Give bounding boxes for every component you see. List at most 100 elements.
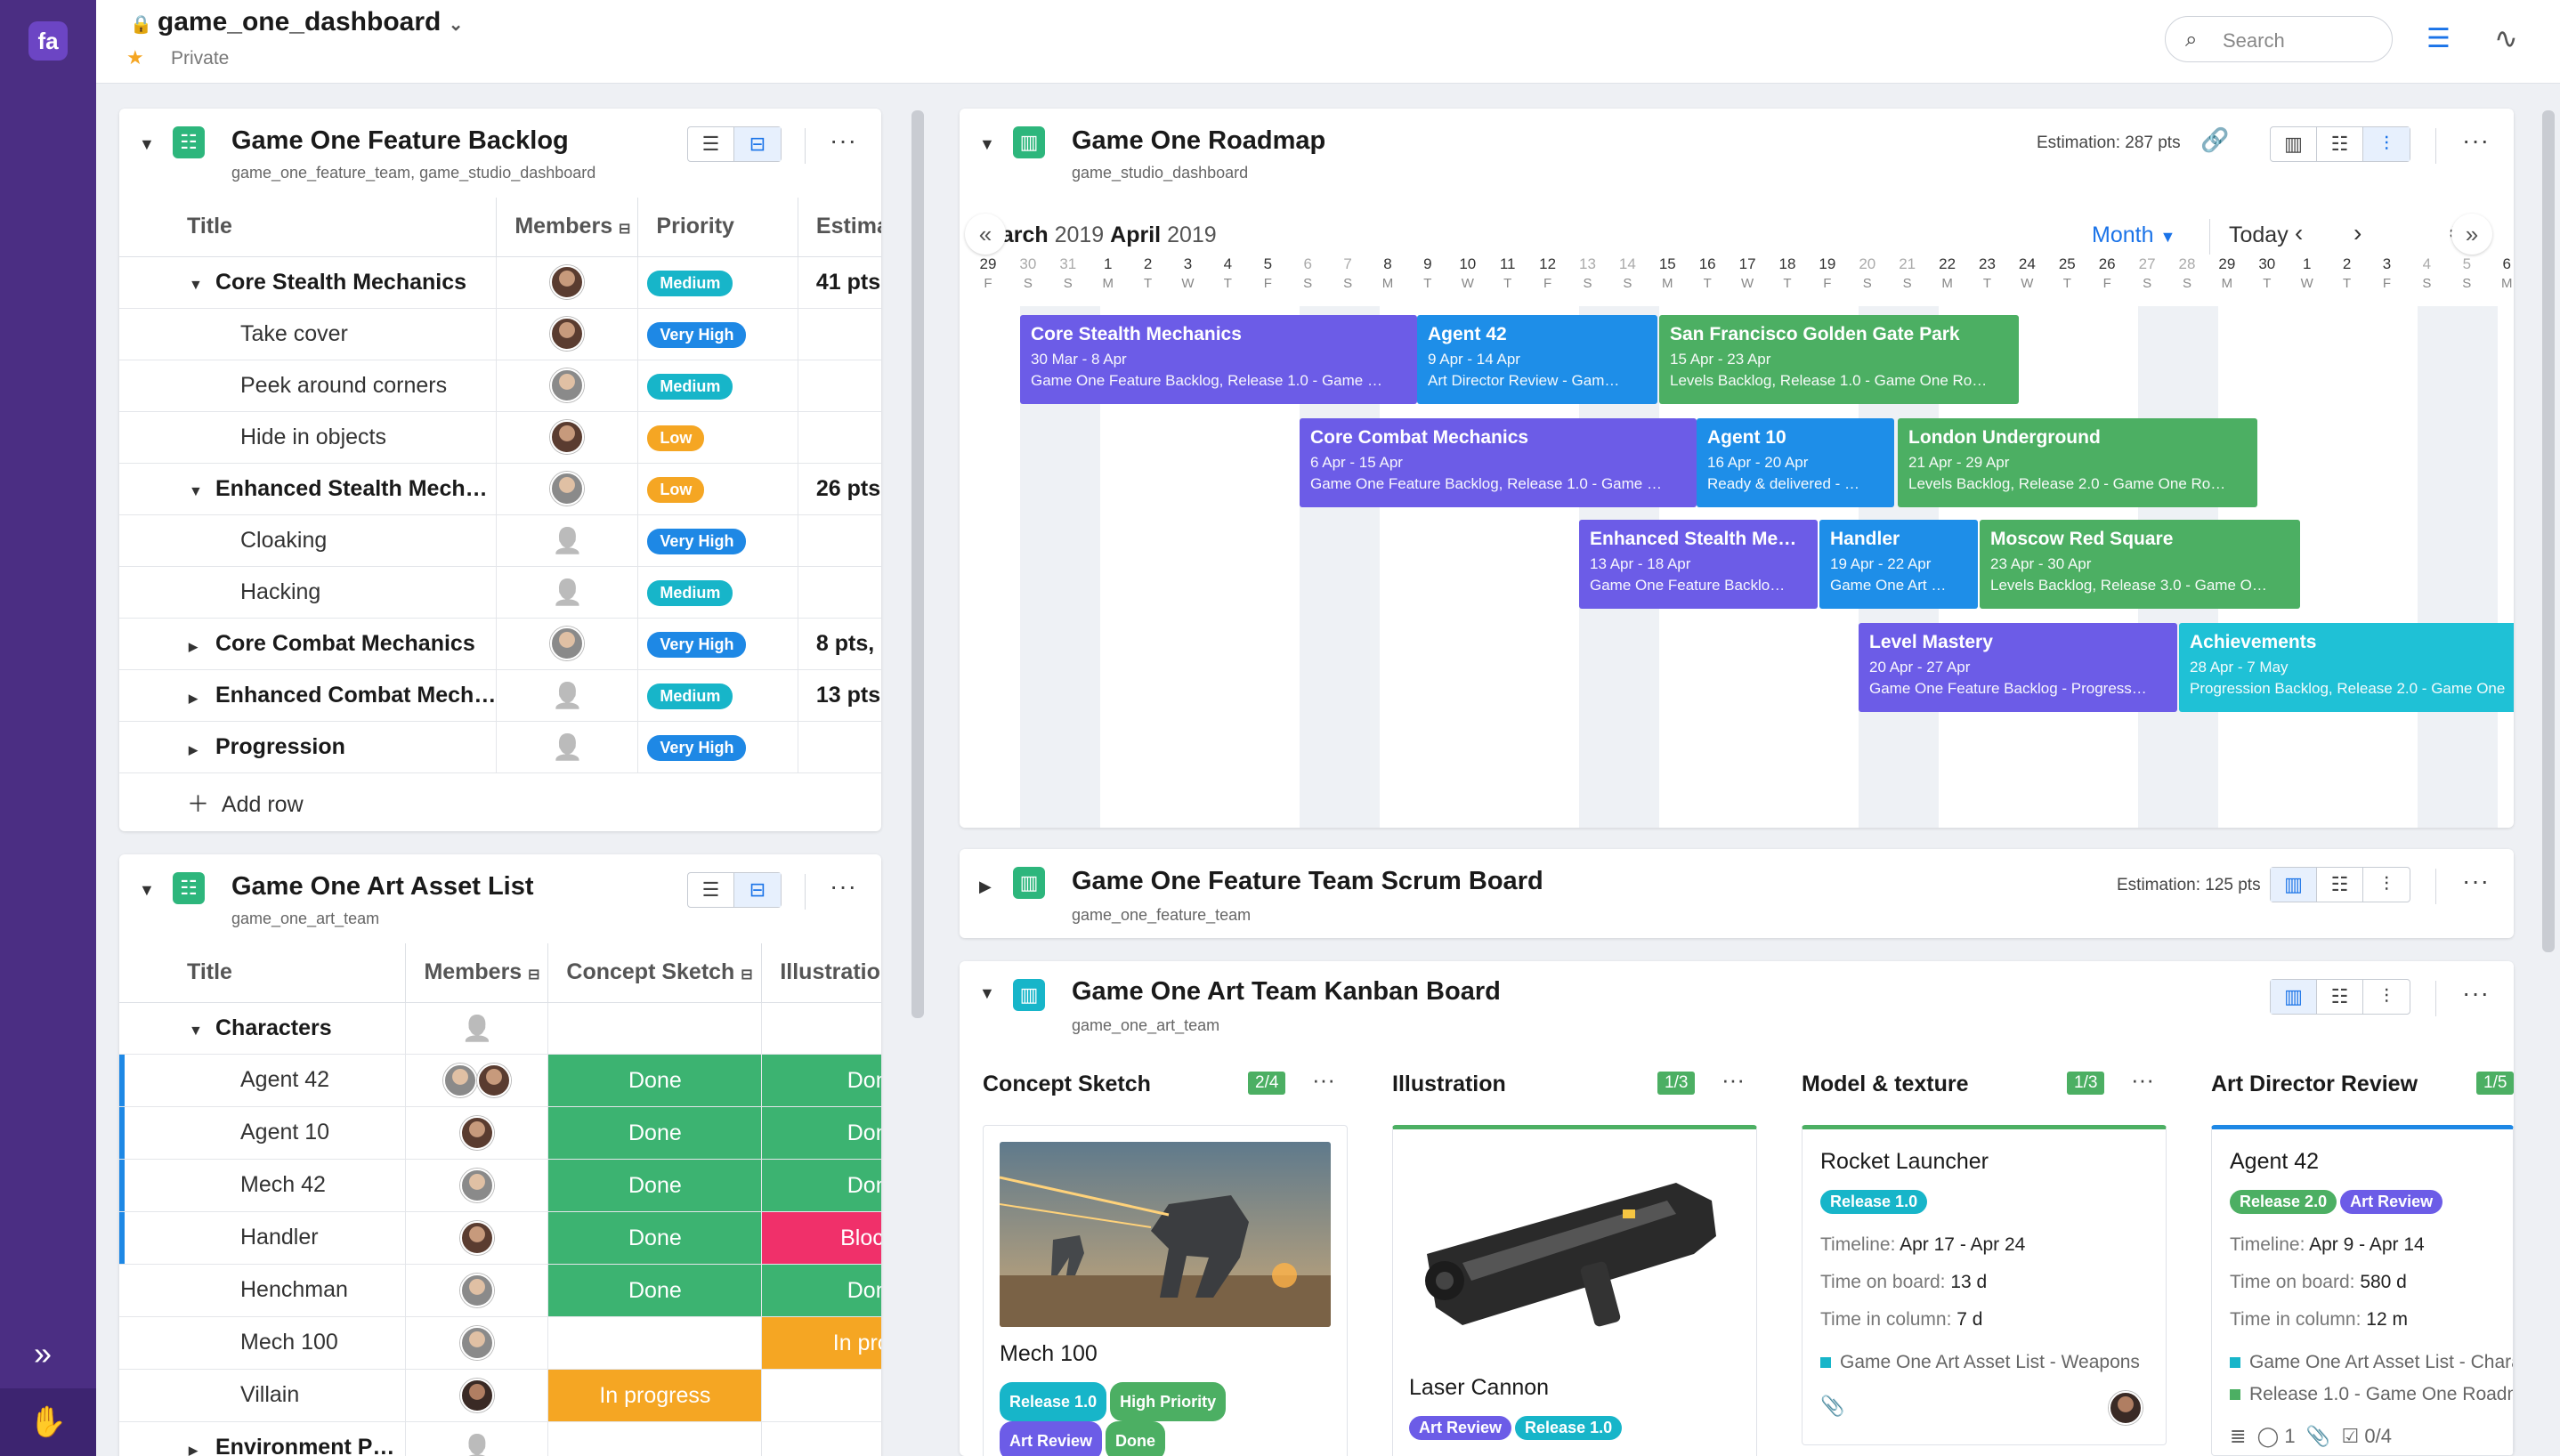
concept-sketch-cell[interactable] xyxy=(547,1002,763,1055)
priority-cell[interactable]: Very High xyxy=(637,618,798,670)
scroll-left-icon[interactable]: « xyxy=(965,214,1006,255)
col-priority[interactable]: Priority xyxy=(637,198,798,257)
members-cell[interactable]: 👤 xyxy=(496,669,639,722)
timeline-bar[interactable]: Enhanced Stealth Me… 13 Apr - 18 Apr Game … xyxy=(1579,520,1818,609)
table-row[interactable]: Henchman DoneDon xyxy=(119,1264,881,1317)
col-concept-sketch[interactable]: Concept Sketch ⊟ xyxy=(547,943,763,1003)
timeline-bar[interactable]: Handler 19 Apr - 22 Apr Game One Art … xyxy=(1819,520,1978,609)
estimate-cell[interactable] xyxy=(798,721,881,773)
members-cell[interactable]: 👤 xyxy=(405,1002,549,1055)
timeline-bar[interactable]: Level Mastery 20 Apr - 27 Apr Game One Fea… xyxy=(1859,623,2177,712)
illustration-cell[interactable]: In prog xyxy=(761,1316,881,1370)
members-cell[interactable]: 👤 xyxy=(496,566,639,619)
members-cell[interactable] xyxy=(405,1106,549,1160)
illustration-cell[interactable]: Don xyxy=(761,1106,881,1160)
description-icon[interactable]: ≣ xyxy=(2230,1425,2246,1447)
col-members[interactable]: Members ⊟ xyxy=(405,943,549,1003)
concept-sketch-cell[interactable]: Done xyxy=(547,1264,763,1317)
table-row[interactable]: Hacking 👤 Medium xyxy=(119,566,881,619)
checklist-icon[interactable]: ☑ xyxy=(2342,1425,2360,1447)
row-title-cell[interactable]: Hide in objects xyxy=(119,411,498,464)
search-box[interactable]: ⌕ Search xyxy=(2165,16,2393,62)
scroll-right-icon[interactable]: » xyxy=(2451,214,2492,255)
row-title-cell[interactable]: Take cover xyxy=(119,308,498,360)
activity-icon[interactable]: ∿ xyxy=(2494,21,2518,55)
row-title-cell[interactable]: Handler xyxy=(119,1211,407,1265)
board-view-icon[interactable]: ▥ xyxy=(2271,980,2317,1014)
board-view-icon[interactable]: ▥ xyxy=(2271,127,2317,161)
table-row[interactable]: Cloaking 👤 Very High xyxy=(119,514,881,567)
previous-icon[interactable]: ‹ xyxy=(2295,219,2303,247)
left-pane-scrollbar[interactable] xyxy=(911,110,924,1018)
priority-cell[interactable]: Medium xyxy=(637,669,798,722)
star-icon[interactable]: ★ xyxy=(126,46,144,69)
kanban-card-rocket-launcher[interactable]: Rocket Launcher Release 1.0 Timeline: Ap… xyxy=(1802,1125,2167,1445)
illustration-cell[interactable] xyxy=(761,1369,881,1422)
board-view-icon[interactable]: ▥ xyxy=(2271,868,2317,902)
table-view-icon[interactable]: ☷ xyxy=(2317,127,2363,161)
more-options-icon[interactable]: ··· xyxy=(830,126,857,155)
add-row-button[interactable]: ＋ Add row xyxy=(187,787,304,819)
row-title-cell[interactable]: Villain xyxy=(119,1369,407,1422)
priority-cell[interactable]: Medium xyxy=(637,566,798,619)
linked-item[interactable]: Game One Art Asset List - Weapons xyxy=(1820,1352,2140,1373)
attachment-icon[interactable]: 📎 xyxy=(2306,1425,2330,1447)
illustration-cell[interactable]: Don xyxy=(761,1159,881,1212)
estimate-cell[interactable] xyxy=(798,566,881,619)
row-title-cell[interactable]: ▶ Environment P… xyxy=(119,1421,407,1456)
estimate-cell[interactable] xyxy=(798,514,881,567)
more-options-icon[interactable]: ··· xyxy=(2462,126,2490,155)
illustration-cell[interactable] xyxy=(761,1002,881,1055)
hierarchy-view-icon[interactable]: ⊟ xyxy=(734,873,781,907)
kanban-card-agent-42[interactable]: Agent 42 Release 2.0 Art Review Timeline:… xyxy=(2211,1125,2514,1456)
table-row[interactable]: ▼ Characters 👤 xyxy=(119,1002,881,1055)
col-members[interactable]: Members ⊟ xyxy=(496,198,639,257)
timeline-view-icon[interactable]: ⫶ xyxy=(2363,980,2410,1014)
row-title-cell[interactable]: Cloaking xyxy=(119,514,498,567)
table-view-icon[interactable]: ☰ xyxy=(688,127,734,161)
row-title-cell[interactable]: Mech 100 xyxy=(119,1316,407,1370)
timeline-bar[interactable]: Core Stealth Mechanics 30 Mar - 8 Apr Game… xyxy=(1020,315,1417,404)
hierarchy-view-icon[interactable]: ⊟ xyxy=(734,127,781,161)
estimate-cell[interactable]: 26 pts, xyxy=(798,463,881,515)
illustration-cell[interactable]: Block xyxy=(761,1211,881,1265)
col-estimate[interactable]: Estimat xyxy=(798,198,881,257)
concept-sketch-cell[interactable]: Done xyxy=(547,1211,763,1265)
table-row[interactable]: ▶ Core Combat Mechanics Very High 8 pts, xyxy=(119,618,881,670)
collapse-icon[interactable]: ▼ xyxy=(139,135,155,154)
expand-row-icon[interactable]: ▶ xyxy=(189,640,215,654)
row-title-cell[interactable]: ▶ Progression xyxy=(119,721,498,773)
more-options-icon[interactable]: ··· xyxy=(2462,867,2490,895)
timeline-bar[interactable]: Achievements 28 Apr - 7 May Progression Ba… xyxy=(2179,623,2514,712)
timeline-bar[interactable]: Core Combat Mechanics 6 Apr - 15 Apr Game … xyxy=(1300,418,1697,507)
priority-cell[interactable]: Very High xyxy=(637,514,798,567)
row-title-cell[interactable]: ▼ Enhanced Stealth Mech… xyxy=(119,463,498,515)
members-cell[interactable] xyxy=(496,308,639,360)
table-row[interactable]: Handler DoneBlock xyxy=(119,1211,881,1265)
table-row[interactable]: Peek around corners Medium xyxy=(119,360,881,412)
expand-row-icon[interactable]: ▶ xyxy=(189,692,215,706)
row-title-cell[interactable]: ▼ Characters xyxy=(119,1002,407,1055)
table-view-icon[interactable]: ☷ xyxy=(2317,980,2363,1014)
table-view-icon[interactable]: ☰ xyxy=(688,873,734,907)
concept-sketch-cell[interactable]: Done xyxy=(547,1054,763,1107)
table-row[interactable]: Agent 10 DoneDon xyxy=(119,1106,881,1160)
collapse-icon[interactable]: ▼ xyxy=(979,984,995,1003)
members-cell[interactable] xyxy=(496,256,639,309)
expand-row-icon[interactable]: ▶ xyxy=(189,743,215,757)
help-hand-icon[interactable]: ✋ xyxy=(0,1388,96,1456)
row-title-cell[interactable]: Henchman xyxy=(119,1264,407,1317)
row-title-cell[interactable]: ▶ Core Combat Mechanics xyxy=(119,618,498,670)
col-title[interactable]: Title xyxy=(119,198,498,257)
chevron-down-icon[interactable]: ⌄ xyxy=(449,15,464,35)
table-row[interactable]: Villain In progress xyxy=(119,1369,881,1422)
collapse-row-icon[interactable]: ▼ xyxy=(189,278,215,294)
kanban-card-laser-cannon[interactable]: Laser Cannon Art Review Release 1.0 xyxy=(1392,1125,1757,1456)
row-title-cell[interactable]: ▼ Core Stealth Mechanics xyxy=(119,256,498,309)
row-title-cell[interactable]: Peek around corners xyxy=(119,360,498,412)
illustration-cell[interactable] xyxy=(761,1421,881,1456)
priority-cell[interactable]: Medium xyxy=(637,360,798,412)
concept-sketch-cell[interactable] xyxy=(547,1421,763,1456)
priority-cell[interactable]: Low xyxy=(637,463,798,515)
comment-icon[interactable]: ◯ xyxy=(2257,1425,2280,1447)
